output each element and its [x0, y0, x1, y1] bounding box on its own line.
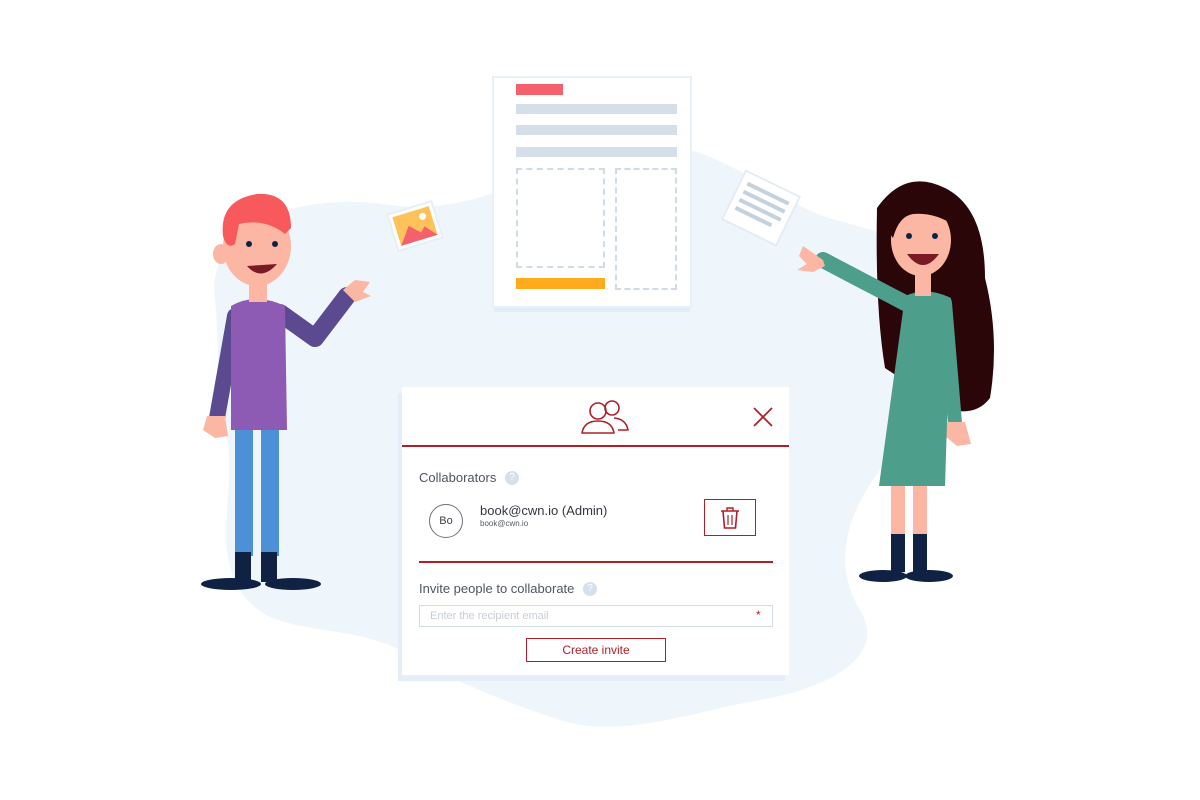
create-invite-button[interactable]: Create invite [526, 638, 666, 662]
document-image-placeholder [516, 168, 605, 268]
avatar: Bo [429, 504, 463, 538]
document-image-placeholder [615, 168, 677, 290]
section-divider [419, 561, 773, 563]
document-footer-bar [516, 278, 605, 289]
recipient-email-input[interactable] [419, 605, 773, 627]
document-title-bar [516, 84, 563, 95]
users-icon [581, 400, 629, 434]
collaborators-dialog: Collaborators ? Bo book@cwn.io (Admin) b… [402, 387, 789, 675]
remove-collaborator-button[interactable] [704, 499, 756, 536]
woman-illustration [797, 181, 994, 582]
document-illustration [494, 78, 690, 306]
document-text-line [516, 147, 677, 157]
man-illustration [201, 193, 371, 590]
required-marker: * [756, 608, 761, 622]
invite-help-icon[interactable]: ? [583, 582, 597, 596]
document-text-line [516, 125, 677, 135]
dialog-header [402, 387, 789, 447]
invite-heading: Invite people to collaborate [419, 581, 575, 596]
collaborators-heading: Collaborators [419, 470, 497, 485]
document-text-line [516, 104, 677, 114]
collaborator-email: book@cwn.io [480, 519, 529, 528]
trash-icon [721, 507, 739, 529]
collaborator-name: book@cwn.io (Admin) [480, 503, 608, 518]
collaborators-help-icon[interactable]: ? [505, 471, 519, 485]
close-icon[interactable] [752, 406, 774, 428]
